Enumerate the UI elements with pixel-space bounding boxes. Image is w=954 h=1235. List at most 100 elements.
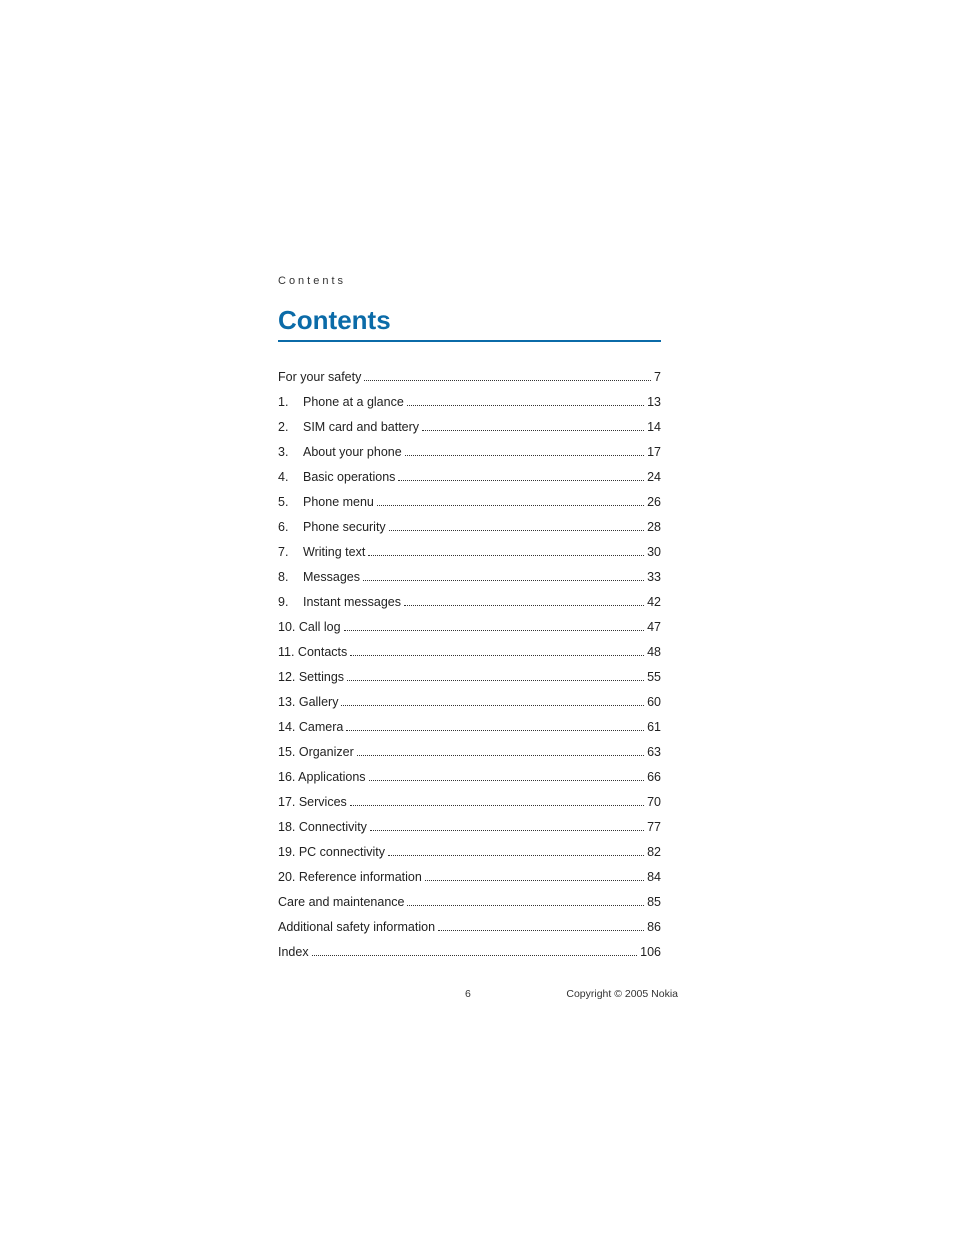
toc-leader-dots [404, 605, 644, 606]
toc-leader-dots [422, 430, 644, 431]
toc-entry[interactable]: 12. Settings55 [278, 670, 661, 684]
toc-entry[interactable]: For your safety 7 [278, 370, 661, 384]
toc-entry-page: 86 [647, 920, 661, 934]
toc-entry-number: 8. [278, 570, 303, 584]
toc-entry-page: 42 [647, 595, 661, 609]
toc-entry-label: For your safety [278, 370, 361, 384]
toc-entry[interactable]: 13. Gallery 60 [278, 695, 661, 709]
toc-entry-number: 2. [278, 420, 303, 434]
toc-leader-dots [425, 880, 644, 881]
toc-entry-number: 7. [278, 545, 303, 559]
toc-entry[interactable]: Index 106 [278, 945, 661, 959]
toc-entry-page: 60 [647, 695, 661, 709]
toc-entry-label: 12. Settings [278, 670, 344, 684]
toc-entry-page: 26 [647, 495, 661, 509]
toc-entry[interactable]: 9.Instant messages42 [278, 595, 661, 609]
toc-entry-page: 84 [647, 870, 661, 884]
toc-entry-label: 11. Contacts [278, 645, 347, 659]
footer-copyright: Copyright © 2005 Nokia [566, 988, 678, 1000]
toc-entry-label: 10. Call log [278, 620, 341, 634]
toc-entry-page: 33 [647, 570, 661, 584]
toc-entry-page: 106 [640, 945, 661, 959]
toc-entry-label: Care and maintenance [278, 895, 404, 909]
toc-leader-dots [357, 755, 644, 756]
toc-entry[interactable]: 7.Writing text 30 [278, 545, 661, 559]
toc-entry[interactable]: 11. Contacts 48 [278, 645, 661, 659]
table-of-contents: For your safety 7 1.Phone at a glance13 2.S… [278, 370, 678, 959]
toc-entry[interactable]: Additional safety information 86 [278, 920, 661, 934]
toc-entry[interactable]: 17. Services70 [278, 795, 661, 809]
toc-leader-dots [398, 480, 644, 481]
toc-entry-page: 14 [647, 420, 661, 434]
toc-entry-label: Instant messages [303, 595, 401, 609]
toc-leader-dots [347, 680, 644, 681]
toc-entry-page: 13 [647, 395, 661, 409]
toc-entry-number: 3. [278, 445, 303, 459]
toc-entry-page: 47 [647, 620, 661, 634]
toc-entry-number: 5. [278, 495, 303, 509]
toc-entry-number: 4. [278, 470, 303, 484]
page-title: Contents [278, 305, 661, 342]
toc-entry-label: Phone security [303, 520, 386, 534]
toc-entry-label: Index [278, 945, 309, 959]
toc-entry-page: 82 [647, 845, 661, 859]
toc-entry-page: 70 [647, 795, 661, 809]
toc-entry-page: 66 [647, 770, 661, 784]
toc-entry-label: Additional safety information [278, 920, 435, 934]
toc-entry-label: Phone menu [303, 495, 374, 509]
toc-leader-dots [405, 455, 644, 456]
toc-entry-label: 19. PC connectivity [278, 845, 385, 859]
toc-leader-dots [350, 655, 644, 656]
toc-entry-label: SIM card and battery [303, 420, 419, 434]
toc-entry[interactable]: 19. PC connectivity 82 [278, 845, 661, 859]
toc-entry-page: 7 [654, 370, 661, 384]
toc-entry[interactable]: 3.About your phone17 [278, 445, 661, 459]
toc-entry[interactable]: 10. Call log 47 [278, 620, 661, 634]
toc-entry[interactable]: 18. Connectivity 77 [278, 820, 661, 834]
toc-entry-label: 13. Gallery [278, 695, 338, 709]
toc-leader-dots [341, 705, 644, 706]
toc-leader-dots [407, 405, 644, 406]
toc-leader-dots [346, 730, 644, 731]
toc-leader-dots [368, 555, 644, 556]
toc-entry[interactable]: 5.Phone menu 26 [278, 495, 661, 509]
toc-leader-dots [369, 780, 645, 781]
toc-entry[interactable]: 20. Reference information 84 [278, 870, 661, 884]
toc-entry-label: 16. Applications [278, 770, 366, 784]
toc-leader-dots [389, 530, 644, 531]
toc-leader-dots [364, 380, 651, 381]
toc-entry[interactable]: 15. Organizer 63 [278, 745, 661, 759]
toc-entry[interactable]: Care and maintenance 85 [278, 895, 661, 909]
toc-leader-dots [363, 580, 644, 581]
toc-entry-label: 20. Reference information [278, 870, 422, 884]
toc-entry-number: 6. [278, 520, 303, 534]
toc-entry[interactable]: 6.Phone security28 [278, 520, 661, 534]
toc-entry[interactable]: 8.Messages 33 [278, 570, 661, 584]
toc-entry-label: 18. Connectivity [278, 820, 367, 834]
toc-leader-dots [407, 905, 644, 906]
toc-entry-label: Messages [303, 570, 360, 584]
toc-entry-page: 30 [647, 545, 661, 559]
toc-entry[interactable]: 16. Applications 66 [278, 770, 661, 784]
toc-entry-page: 48 [647, 645, 661, 659]
toc-entry-page: 63 [647, 745, 661, 759]
toc-entry-page: 17 [647, 445, 661, 459]
toc-entry-label: Basic operations [303, 470, 395, 484]
toc-entry[interactable]: 1.Phone at a glance13 [278, 395, 661, 409]
toc-entry-page: 85 [647, 895, 661, 909]
page-content: Contents Contents For your safety71.Phon… [278, 275, 678, 970]
toc-leader-dots [438, 930, 644, 931]
toc-entry[interactable]: 4.Basic operations24 [278, 470, 661, 484]
toc-leader-dots [344, 630, 645, 631]
toc-entry[interactable]: 14. Camera 61 [278, 720, 661, 734]
toc-leader-dots [350, 805, 644, 806]
toc-entry-page: 61 [647, 720, 661, 734]
toc-entry-label: 15. Organizer [278, 745, 354, 759]
toc-entry-label: Writing text [303, 545, 365, 559]
toc-leader-dots [377, 505, 644, 506]
toc-entry-number: 1. [278, 395, 303, 409]
toc-leader-dots [388, 855, 644, 856]
toc-entry-label: 14. Camera [278, 720, 343, 734]
toc-entry[interactable]: 2.SIM card and battery 14 [278, 420, 661, 434]
toc-entry-page: 77 [647, 820, 661, 834]
